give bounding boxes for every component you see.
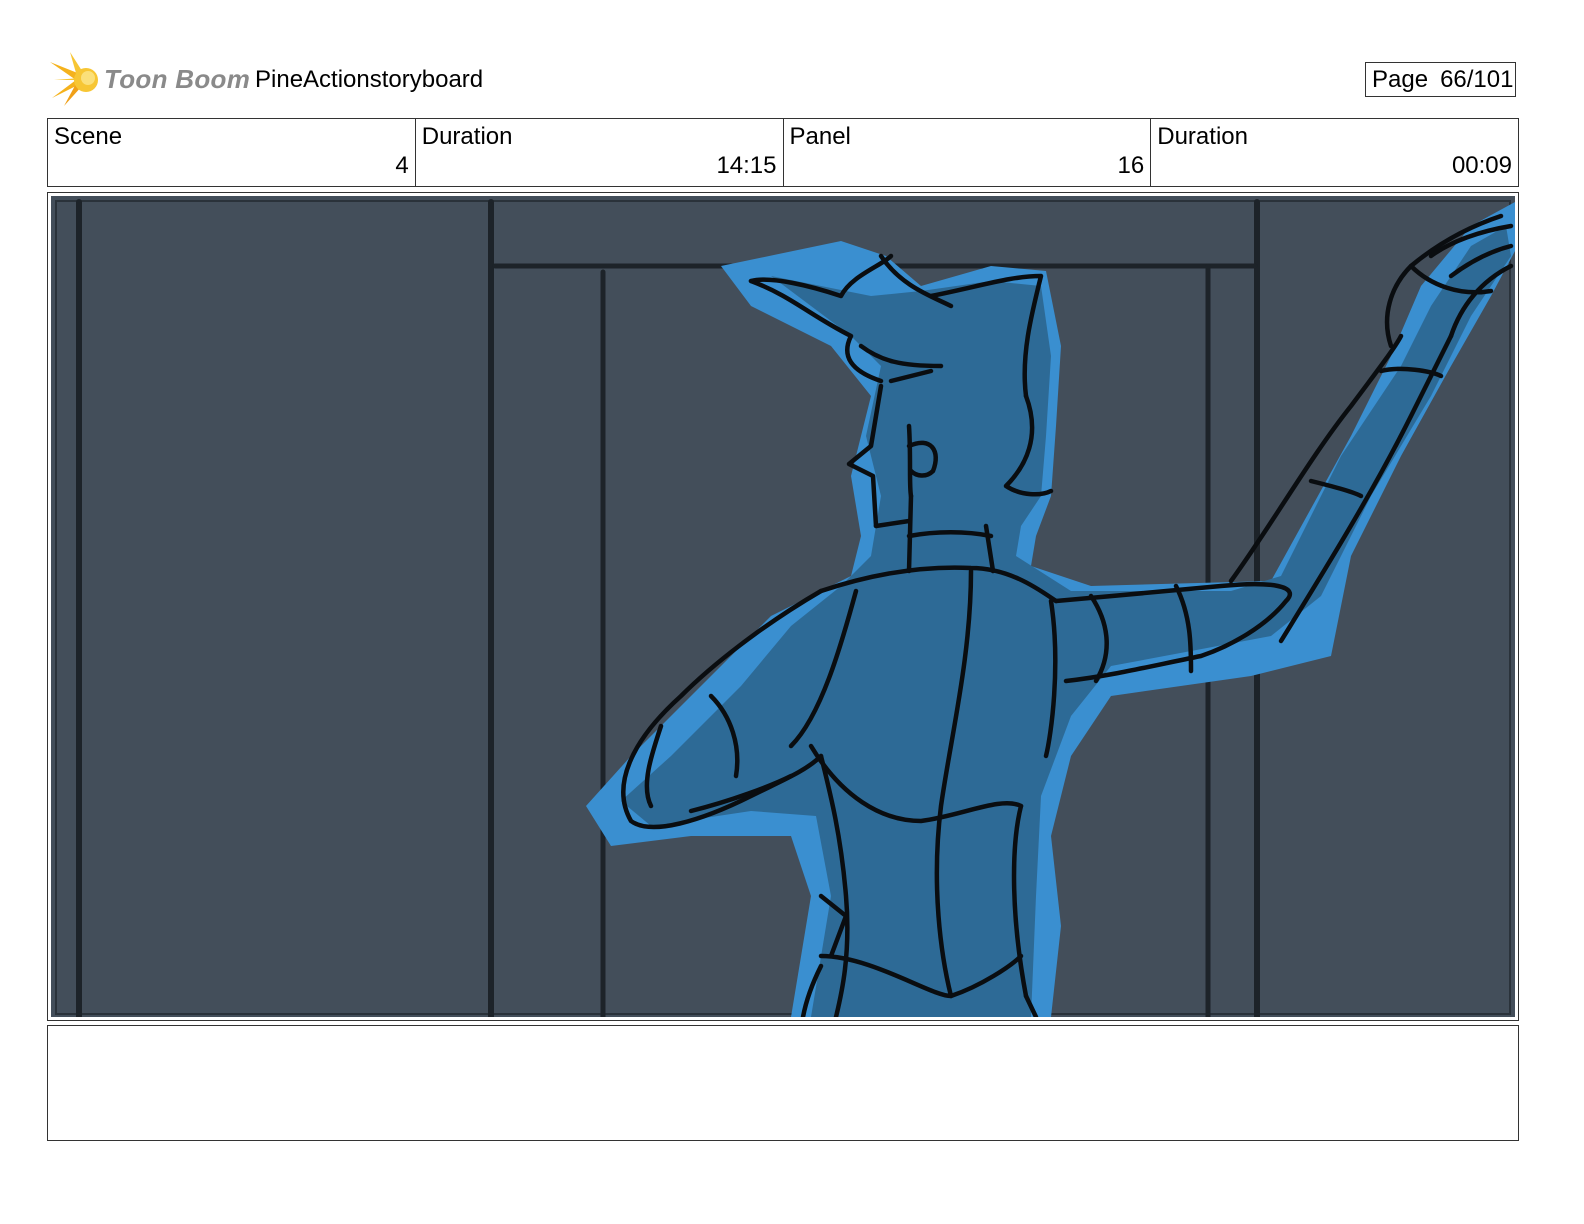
scene-duration-label: Duration [421, 123, 513, 150]
storyboard-panel-frame [47, 192, 1519, 1021]
sun-burst-icon [50, 52, 98, 106]
scene-value: 4 [395, 152, 409, 179]
scene-label: Scene [54, 123, 123, 150]
panel-duration-value: 00:09 [1451, 152, 1512, 179]
page-label: Page [1372, 66, 1429, 93]
storyboard-panel-drawing [51, 196, 1515, 1017]
scene-duration-value: 14:15 [716, 152, 777, 179]
panel-notes-box [47, 1025, 1519, 1141]
panel-duration-cell: Duration 00:09 [1151, 119, 1518, 186]
scene-duration-cell: Duration 14:15 [416, 119, 784, 186]
scene-cell: Scene 4 [48, 119, 416, 186]
document-title: PineActionstoryboard [255, 66, 484, 93]
scene-info-table: Scene 4 Duration 14:15 Panel 16 Duration… [47, 118, 1519, 187]
panel-label: Panel [789, 123, 851, 150]
page-indicator: Page 66/101 [1365, 62, 1516, 97]
panel-value: 16 [1117, 152, 1145, 179]
logo-wordmark: Toon Boom [104, 64, 251, 94]
panel-cell: Panel 16 [784, 119, 1152, 186]
panel-duration-label: Duration [1157, 123, 1248, 150]
page-number: 66/101 [1440, 66, 1514, 93]
